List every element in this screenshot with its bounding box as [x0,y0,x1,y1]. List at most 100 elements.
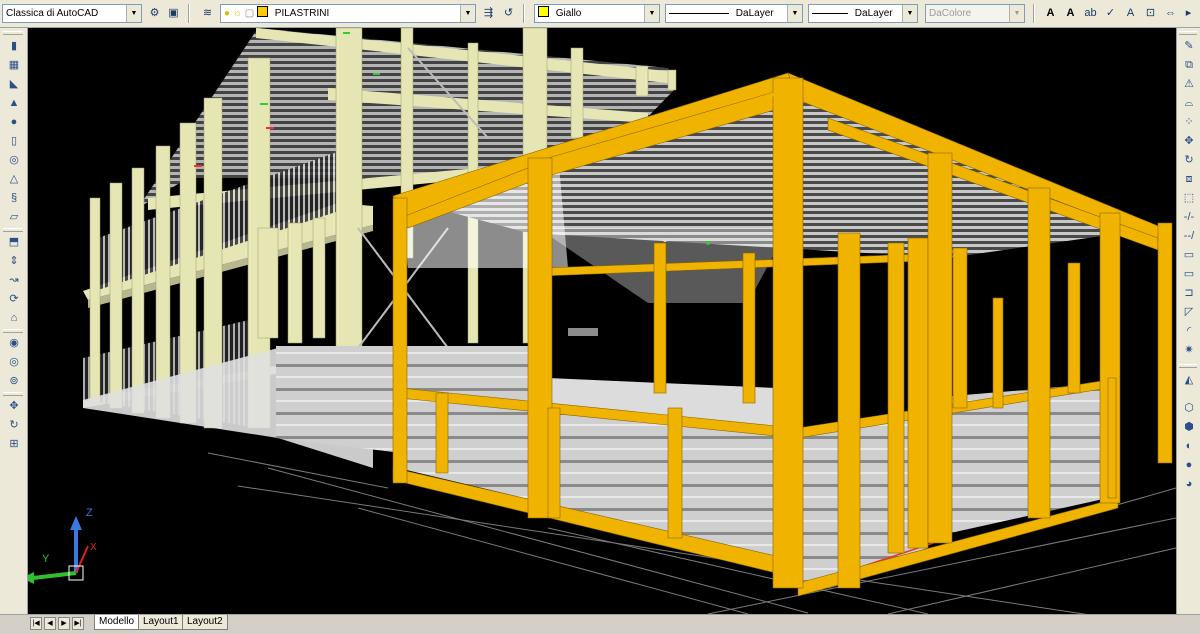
revolve-icon[interactable]: ⟳ [5,291,23,307]
lineweight-value: DaLayer [854,8,893,19]
first-layout-icon[interactable]: |◀ [30,617,42,630]
planar-surface-icon[interactable]: ▱ [5,209,23,225]
sweep-icon[interactable]: ↝ [5,272,23,288]
plotstyle-dropdown: DaColore ▼ [925,4,1025,23]
convert-distance-icon[interactable]: ⇔ [1162,5,1179,22]
toolbar-separator [3,329,23,333]
conceptual-icon[interactable]: ◕ [1180,476,1198,492]
layer-previous-icon[interactable]: ↺ [500,5,517,22]
extrude-icon[interactable]: ⬒ [5,234,23,250]
tab-layout2[interactable]: Layout2 [182,615,228,630]
chamfer-icon[interactable]: ◸ [1180,304,1198,320]
realistic-icon[interactable]: ● [1180,457,1198,473]
visual-styles-icon[interactable]: ◭ [1180,372,1198,388]
model-viewport[interactable]: Z Y X [28,28,1176,614]
3d-rotate-icon[interactable]: ↻ [5,417,23,433]
workspace-dropdown[interactable]: Classica di AutoCAD ▼ [2,4,142,23]
toolbar-grip[interactable] [3,31,23,35]
layer-manager-icon[interactable]: ≋ [199,5,216,22]
presspull-icon[interactable]: ⇕ [5,253,23,269]
break-at-point-icon[interactable]: ▭ [1180,247,1198,263]
erase-icon[interactable]: ✎ [1180,38,1198,54]
3d-hidden-icon[interactable]: ◐ [1180,438,1198,454]
layer-lock-icon: ▢ [244,8,255,19]
2d-wireframe-icon[interactable]: ⬡ [1180,400,1198,416]
color-dropdown[interactable]: Giallo ▼ [534,4,660,23]
cylinder-icon[interactable]: ▯ [5,133,23,149]
layer-color-swatch [257,6,269,17]
ucs-icon: Z Y X [28,507,97,584]
loft-icon[interactable]: ⌂ [5,310,23,326]
chevron-down-icon: ▼ [460,5,475,22]
wedge-icon[interactable]: ◣ [5,76,23,92]
workspace-settings-icon[interactable]: ⚙ [146,5,163,22]
layer-freeze-icon: ☼ [232,8,242,19]
workspace-value: Classica di AutoCAD [6,8,99,19]
scale-text-icon[interactable]: A [1122,5,1139,22]
linetype-value: DaLayer [735,8,774,19]
layer-on-icon: ● [224,8,231,19]
join-icon[interactable]: ⊐ [1180,285,1198,301]
text-style-icon[interactable]: A [1042,5,1059,22]
color-swatch [538,6,549,17]
sphere-icon[interactable]: ● [5,114,23,130]
chevron-down-icon: ▼ [787,5,802,22]
explode-icon[interactable]: ✷ [1180,342,1198,358]
workspace-save-icon[interactable]: ▣ [165,5,182,22]
extend-icon[interactable]: --/ [1180,228,1198,244]
previous-layout-icon[interactable]: ◀ [44,617,56,630]
toolbar-grip[interactable] [1179,364,1197,368]
break-icon[interactable]: ▭ [1180,266,1198,282]
rotate-icon[interactable]: ↻ [1180,152,1198,168]
toolbar-separator [1033,4,1035,23]
last-layout-icon[interactable]: ▶| [72,617,84,630]
offset-icon[interactable]: ⌓ [1180,95,1198,111]
3d-move-icon[interactable]: ✥ [5,398,23,414]
union-icon[interactable]: ◉ [5,335,23,351]
lineweight-dropdown[interactable]: DaLayer ▼ [808,4,918,23]
dimension-text-icon[interactable]: A [1062,5,1079,22]
color-value: Giallo [555,8,582,19]
chevron-down-icon: ▼ [126,5,141,22]
trim-icon[interactable]: -/- [1180,209,1198,225]
lineweight-preview [812,12,848,14]
layer-dropdown[interactable]: ● ☼ ▢ PILASTRINI ▼ [220,4,476,23]
scale-icon[interactable]: ⧈ [1180,171,1198,187]
justify-text-icon[interactable]: ⊡ [1142,5,1159,22]
modify-toolbar: ✎ ⧉ ⚠ ⌓ ⁘ ✥ ↻ ⧈ ⬚ -/- --/ ▭ ▭ ⊐ ◸ ◜ ✷ ◭ … [1176,28,1200,616]
ucs-y-label: Y [42,553,50,565]
polysolid-icon[interactable]: ▮ [5,38,23,54]
modeling-toolbar: ▮ ▦ ◣ ▲ ● ▯ ◎ △ § ▱ ⬒ ⇕ ↝ ⟳ ⌂ ◉ ◎ ⊚ ✥ ↻ … [0,28,28,616]
linetype-dropdown[interactable]: DaLayer ▼ [665,4,803,23]
helix-icon[interactable]: § [5,190,23,206]
linetype-preview [669,12,729,14]
next-layout-icon[interactable]: ▶ [58,617,70,630]
layer-name-value: PILASTRINI [274,8,330,19]
fillet-icon[interactable]: ◜ [1180,323,1198,339]
make-layer-current-icon[interactable]: ⇶ [480,5,497,22]
cone-icon[interactable]: ▲ [5,95,23,111]
copy-icon[interactable]: ⧉ [1180,57,1198,73]
toolbar-grip[interactable] [1179,31,1197,35]
ucs-z-label: Z [86,507,93,519]
tab-layout1[interactable]: Layout1 [138,615,184,630]
3d-wireframe-icon[interactable]: ⬢ [1180,419,1198,435]
move-icon[interactable]: ✥ [1180,133,1198,149]
array-icon[interactable]: ⁘ [1180,114,1198,130]
properties-toolbar: Classica di AutoCAD ▼ ⚙ ▣ ≋ ● ☼ ▢ PILAST… [0,0,1200,28]
find-replace-icon[interactable]: ab [1082,5,1099,22]
stretch-icon[interactable]: ⬚ [1180,190,1198,206]
torus-icon[interactable]: ◎ [5,152,23,168]
more-tools-icon[interactable]: ▸ [1180,5,1197,22]
pyramid-icon[interactable]: △ [5,171,23,187]
tab-modello[interactable]: Modello [94,615,140,630]
plotstyle-value: DaColore [929,8,972,19]
intersect-icon[interactable]: ⊚ [5,373,23,389]
3d-align-icon[interactable]: ⊞ [5,436,23,452]
box-icon[interactable]: ▦ [5,57,23,73]
mirror-icon[interactable]: ⚠ [1180,76,1198,92]
toolbar-separator [3,228,23,232]
spell-check-icon[interactable]: ✓ [1102,5,1119,22]
subtract-icon[interactable]: ◎ [5,354,23,370]
chevron-down-icon: ▼ [902,5,917,22]
